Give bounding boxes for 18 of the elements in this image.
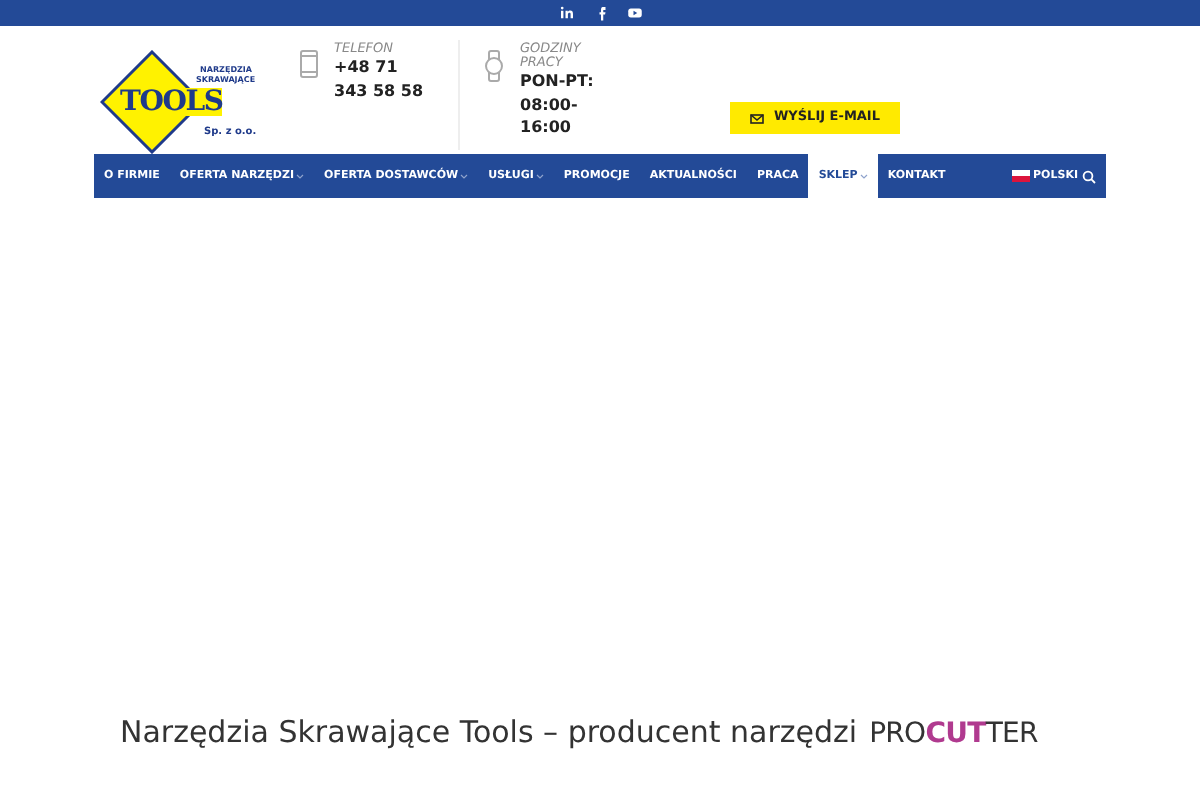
watch-icon <box>484 50 504 82</box>
contact-value: +48 71 <box>334 56 400 79</box>
caret-icon <box>535 173 544 179</box>
page-heading: Narzędzia Skrawające Tools – producent narzędzi <box>120 712 858 754</box>
contact-value: 08:00- <box>520 93 580 116</box>
contact-value: 343 58 58 <box>334 79 426 102</box>
contact-value: 16:00 <box>520 116 573 139</box>
search-icon[interactable] <box>1082 169 1096 183</box>
contact-value: PON-PT: <box>520 70 596 93</box>
linkedin-icon[interactable] <box>557 4 575 22</box>
brand-logo: PROCUTTER <box>869 716 1038 754</box>
phone-icon <box>300 50 318 78</box>
caret-icon <box>296 173 305 179</box>
youtube-icon[interactable] <box>625 4 643 22</box>
envelope-icon <box>750 113 764 123</box>
caret-icon <box>460 173 469 179</box>
caret-icon <box>859 173 868 179</box>
poland-flag-icon <box>1011 170 1030 182</box>
